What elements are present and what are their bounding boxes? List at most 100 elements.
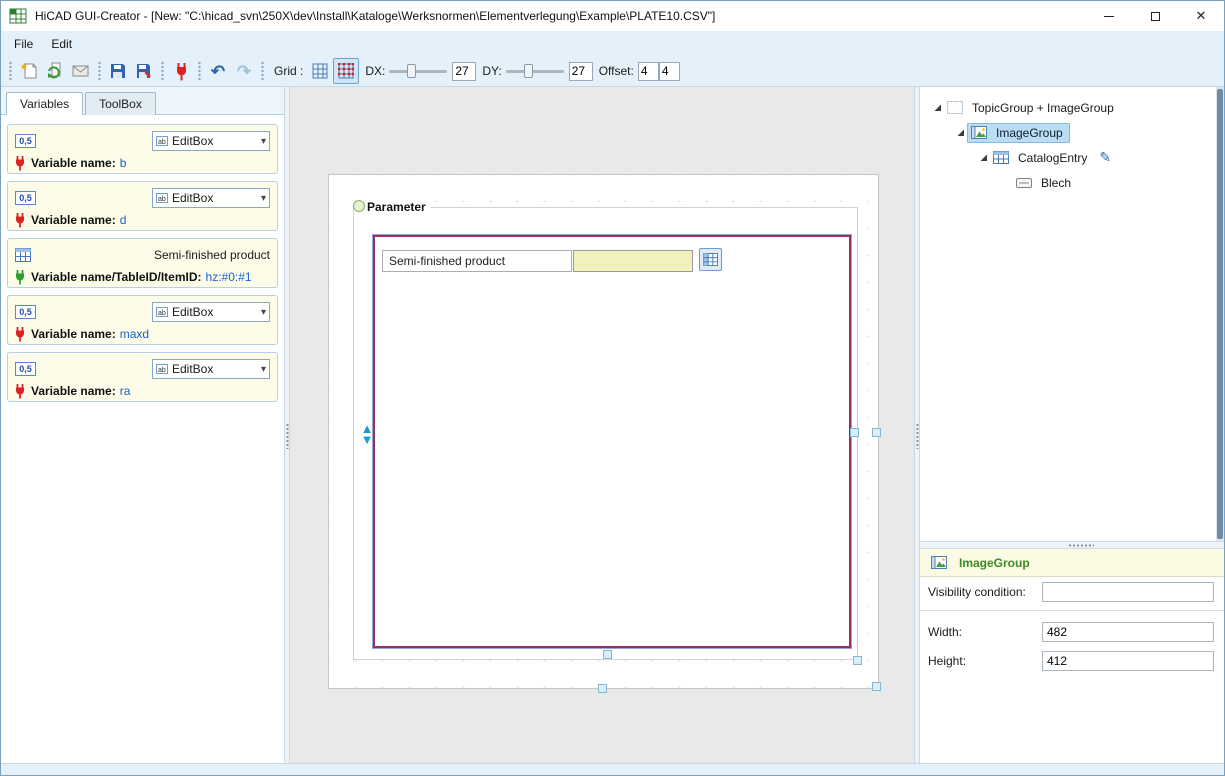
- dx-slider-thumb[interactable]: [407, 64, 416, 78]
- height-input[interactable]: [1042, 651, 1214, 671]
- grid-icon: [312, 63, 328, 79]
- snap-grid-toggle-button[interactable]: [333, 58, 359, 84]
- tree-props-splitter[interactable]: [920, 541, 1224, 549]
- statusbar: [1, 763, 1224, 775]
- splitter-grip[interactable]: [916, 423, 919, 449]
- plug-icon: [175, 62, 188, 81]
- close-button[interactable]: ✕: [1178, 1, 1224, 31]
- editbox-value-icon: 0,5: [15, 134, 36, 148]
- undo-icon: ↶: [211, 63, 225, 80]
- dy-slider-thumb[interactable]: [524, 64, 533, 78]
- chevron-down-icon[interactable]: ▾: [261, 136, 266, 147]
- grid-toggle-button[interactable]: [307, 58, 333, 84]
- editbox-icon: ab: [156, 192, 168, 204]
- control-type-select[interactable]: ab EditBox ▾: [152, 359, 270, 379]
- minimize-button[interactable]: [1086, 1, 1132, 31]
- tree-item-topicgroup[interactable]: TopicGroup + ImageGroup: [920, 95, 1224, 120]
- control-type-select[interactable]: ab EditBox ▾: [152, 131, 270, 151]
- redo-button[interactable]: ↷: [231, 58, 257, 84]
- design-canvas[interactable]: Parameter Semi-finished product: [328, 174, 879, 689]
- semi-finished-field-input[interactable]: [573, 250, 693, 272]
- dx-input[interactable]: [452, 62, 476, 81]
- topicgroup-icon: [947, 101, 963, 114]
- tree-item-label[interactable]: Blech: [1037, 174, 1075, 192]
- resize-handle-right-outer[interactable]: [872, 428, 881, 437]
- maximize-button[interactable]: [1132, 1, 1178, 31]
- variable-card-b[interactable]: 0,5 ab EditBox ▾ Variable name: b: [7, 124, 278, 174]
- structure-tree: TopicGroup + ImageGroup ImageGroup Catal…: [920, 87, 1224, 541]
- tree-item-label[interactable]: TopicGroup + ImageGroup: [968, 99, 1118, 117]
- control-type-select[interactable]: ab EditBox ▾: [152, 302, 270, 322]
- plug-icon-red: [15, 156, 27, 171]
- tree-scrollbar[interactable]: [1216, 87, 1224, 541]
- control-type-label: EditBox: [168, 191, 261, 205]
- catalog-select-button[interactable]: [699, 248, 722, 271]
- dx-label: DX:: [365, 64, 385, 78]
- chevron-down-icon[interactable]: ▾: [261, 307, 266, 318]
- editbox-icon: ab: [156, 306, 168, 318]
- save-as-icon: [136, 63, 153, 79]
- dy-label: DY:: [482, 64, 501, 78]
- vertical-resize-arrows[interactable]: ▲ ▼: [359, 423, 375, 445]
- dx-slider[interactable]: [389, 62, 447, 80]
- svg-text:ab: ab: [158, 196, 166, 203]
- dy-slider[interactable]: [506, 62, 564, 80]
- splitter-grip[interactable]: [1068, 544, 1094, 547]
- variable-card-maxd[interactable]: 0,5 ab EditBox ▾ Variable name: maxd: [7, 295, 278, 345]
- menu-file[interactable]: File: [5, 34, 42, 54]
- variable-card-semi-finished[interactable]: Semi-finished product Variable name/Tabl…: [7, 238, 278, 288]
- resize-handle-bottom-right[interactable]: [853, 656, 862, 665]
- app-icon: [9, 7, 27, 25]
- tree-item-blech[interactable]: Blech: [920, 170, 1224, 195]
- chevron-down-icon[interactable]: ▾: [261, 193, 266, 204]
- app-window: HiCAD GUI-Creator - [New: "C:\hicad_svn\…: [0, 0, 1225, 776]
- minimize-icon: [1104, 16, 1114, 17]
- tab-toolbox[interactable]: ToolBox: [85, 92, 156, 115]
- tree-selection[interactable]: ImageGroup: [967, 123, 1070, 143]
- group-anchor-handle[interactable]: [353, 200, 365, 212]
- tree-scrollbar-thumb[interactable]: [1217, 89, 1223, 539]
- tree-item-label[interactable]: CatalogEntry: [1014, 149, 1091, 167]
- save-as-button[interactable]: [131, 58, 157, 84]
- chevron-down-icon[interactable]: ▾: [261, 364, 266, 375]
- tab-variables[interactable]: Variables: [6, 92, 83, 115]
- offset-x-input[interactable]: [638, 62, 659, 81]
- design-area[interactable]: Parameter Semi-finished product ▲ ▼: [290, 87, 914, 763]
- undo-button[interactable]: ↶: [205, 58, 231, 84]
- properties-panel: ImageGroup Visibility condition: Width: …: [920, 549, 1224, 763]
- right-panel: TopicGroup + ImageGroup ImageGroup Catal…: [920, 87, 1224, 763]
- save-button[interactable]: [105, 58, 131, 84]
- editbox-value-icon: 0,5: [15, 305, 36, 319]
- splitter-grip[interactable]: [286, 423, 289, 449]
- semi-finished-field-label[interactable]: Semi-finished product: [382, 250, 572, 272]
- imagegroup-icon: [931, 556, 947, 569]
- resize-handle-bottom[interactable]: [603, 650, 612, 659]
- control-type-select[interactable]: ab EditBox ▾: [152, 188, 270, 208]
- parameter-groupbox[interactable]: Parameter Semi-finished product: [353, 207, 858, 660]
- imagegroup-selection-rect[interactable]: Semi-finished product: [373, 235, 851, 648]
- mail-button[interactable]: [68, 58, 94, 84]
- add-variable-button[interactable]: [168, 58, 194, 84]
- expand-triangle-icon[interactable]: [931, 103, 944, 112]
- variable-card-d[interactable]: 0,5 ab EditBox ▾ Variable name: d: [7, 181, 278, 231]
- visibility-condition-input[interactable]: [1042, 582, 1214, 602]
- expand-triangle-icon[interactable]: [954, 128, 967, 137]
- width-input[interactable]: [1042, 622, 1214, 642]
- menu-edit[interactable]: Edit: [42, 34, 81, 54]
- dy-input[interactable]: [569, 62, 593, 81]
- tree-item-label[interactable]: ImageGroup: [992, 124, 1067, 142]
- canvas-resize-handle-bottom[interactable]: [598, 684, 607, 693]
- editbox-icon: ab: [156, 363, 168, 375]
- new-file-button[interactable]: [16, 58, 42, 84]
- toolbar-gripper: [97, 61, 102, 81]
- expand-triangle-icon[interactable]: [977, 153, 990, 162]
- variable-card-ra[interactable]: 0,5 ab EditBox ▾ Variable name: ra: [7, 352, 278, 402]
- canvas-resize-handle-bottom-right[interactable]: [872, 682, 881, 691]
- reload-file-button[interactable]: [42, 58, 68, 84]
- resize-handle-right[interactable]: [850, 428, 859, 437]
- tree-item-catalogentry[interactable]: CatalogEntry ✎: [920, 145, 1224, 170]
- semi-finished-title: Semi-finished product: [154, 248, 270, 262]
- edit-pencil-icon[interactable]: ✎: [1099, 149, 1111, 166]
- offset-y-input[interactable]: [659, 62, 680, 81]
- tree-item-imagegroup[interactable]: ImageGroup: [920, 120, 1224, 145]
